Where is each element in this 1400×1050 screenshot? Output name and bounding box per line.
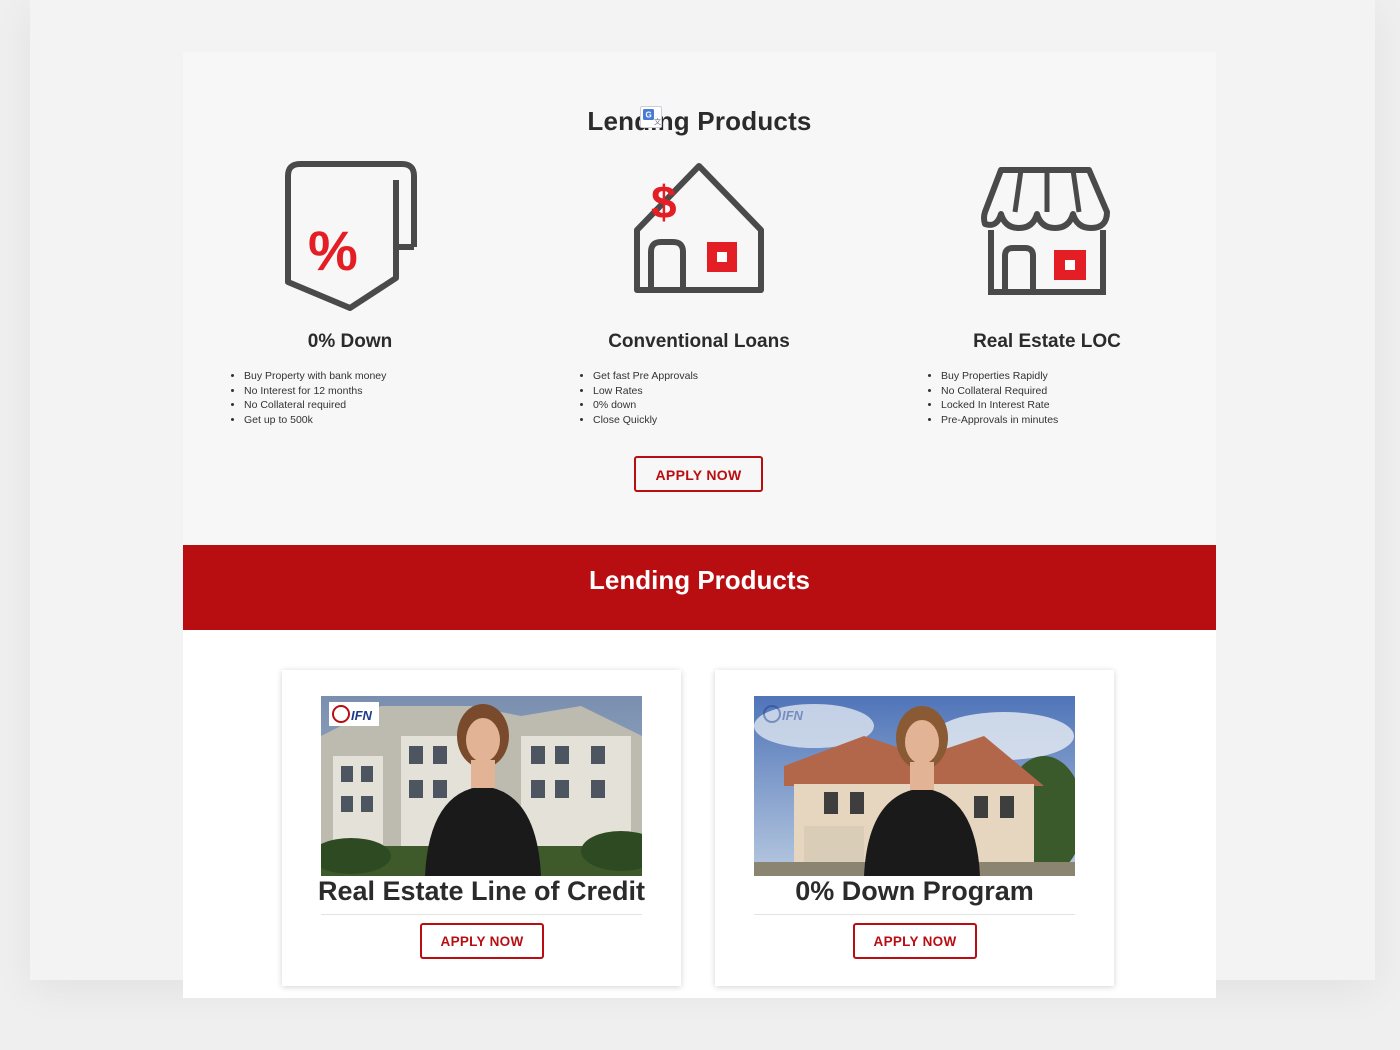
svg-text:%: % — [308, 219, 358, 282]
list-item: Get up to 500k — [244, 413, 386, 428]
feature-list: Buy Property with bank money No Interest… — [230, 369, 386, 427]
video-thumbnail-house[interactable]: IFN — [754, 696, 1075, 876]
page-container: Lending Products G 文 % 0% Down Buy Prope… — [183, 52, 1216, 998]
list-item: Buy Property with bank money — [244, 369, 386, 384]
list-item: Locked In Interest Rate — [941, 398, 1058, 413]
list-item: No Collateral required — [244, 398, 386, 413]
banner-title: Lending Products — [589, 565, 810, 595]
card-title: Real Estate Line of Credit — [317, 876, 646, 906]
list-item: 0% down — [593, 398, 698, 413]
video-card: IFN 0% Down Program APPLY NOW — [715, 670, 1114, 986]
divider — [321, 914, 642, 915]
list-item: Buy Properties Rapidly — [941, 369, 1058, 384]
divider — [754, 914, 1075, 915]
list-item: Pre-Approvals in minutes — [941, 413, 1058, 428]
translate-icon[interactable]: G 文 — [640, 106, 662, 128]
product-name: 0% Down — [307, 331, 393, 352]
lending-products-section: Lending Products G 文 % 0% Down Buy Prope… — [183, 52, 1216, 545]
list-item: Close Quickly — [593, 413, 698, 428]
video-cards-section: IFN Real Estate Line of Credit APPLY NOW — [183, 630, 1216, 998]
storefront-icon — [897, 152, 1197, 312]
svg-text:文: 文 — [654, 117, 661, 126]
product-name: Conventional Loans — [608, 331, 790, 352]
video-thumbnail-apartment[interactable]: IFN — [321, 696, 642, 876]
product-name: Real Estate LOC — [973, 331, 1121, 352]
svg-text:$: $ — [651, 176, 677, 228]
video-card: IFN Real Estate Line of Credit APPLY NOW — [282, 670, 681, 986]
lending-products-banner: Lending Products — [183, 545, 1216, 630]
percent-tag-icon: % — [200, 152, 500, 312]
apply-now-button[interactable]: APPLY NOW — [634, 456, 763, 492]
section-title: Lending Products — [587, 106, 812, 136]
list-item: No Interest for 12 months — [244, 384, 386, 399]
ifn-logo-text: IFN — [782, 708, 804, 723]
house-dollar-icon: $ — [549, 152, 849, 312]
list-item: No Collateral Required — [941, 384, 1058, 399]
feature-list: Get fast Pre Approvals Low Rates 0% down… — [579, 369, 698, 427]
apply-now-button[interactable]: APPLY NOW — [420, 923, 544, 959]
list-item: Get fast Pre Approvals — [593, 369, 698, 384]
card-title: 0% Down Program — [795, 876, 1034, 906]
apply-now-button[interactable]: APPLY NOW — [853, 923, 977, 959]
svg-text:G: G — [646, 111, 652, 120]
ifn-logo-text: IFN — [351, 708, 373, 723]
list-item: Low Rates — [593, 384, 698, 399]
feature-list: Buy Properties Rapidly No Collateral Req… — [927, 369, 1058, 427]
